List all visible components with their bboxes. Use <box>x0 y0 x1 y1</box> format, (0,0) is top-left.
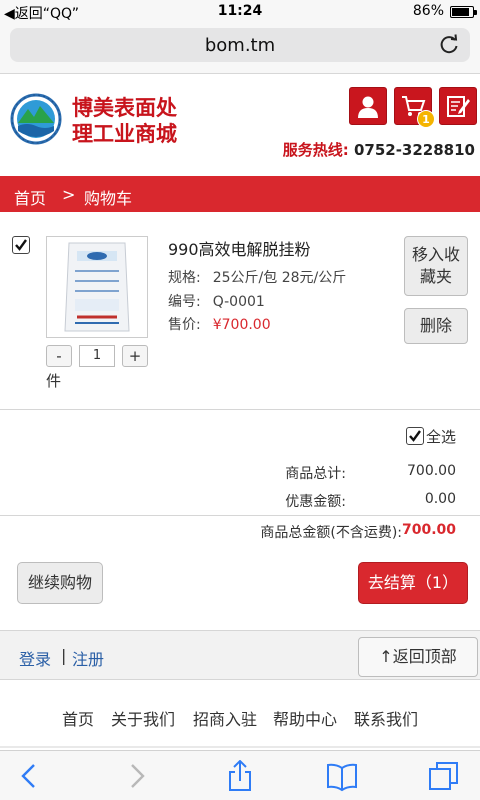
site-header: 博美表面处 理工业商城 1 服务热线: 0752-3228810 <box>0 75 480 175</box>
cart-item: - 1 + 件 990高效电解脱挂粉 规格: 25公斤/包 28元/公斤 编号: Q… <box>0 212 480 410</box>
discount-value: 0.00 <box>424 491 456 507</box>
footer-link-join[interactable]: 招商入驻 <box>193 706 257 730</box>
subtotal-value: 700.00 <box>407 463 456 479</box>
quantity-input[interactable]: 1 <box>79 345 115 367</box>
reload-icon[interactable] <box>438 34 460 56</box>
select-all-checkbox[interactable] <box>405 427 424 445</box>
address-bar[interactable]: bom.tm <box>10 28 470 62</box>
tabs-icon[interactable] <box>428 760 460 792</box>
back-arrow-icon[interactable] <box>14 760 46 792</box>
product-code: 编号: Q-0001 <box>168 294 265 310</box>
item-checkbox[interactable] <box>12 236 30 254</box>
browser-chrome: bom.tm <box>0 24 480 74</box>
grand-total-label: 商品总金额(不含运费): <box>260 525 402 541</box>
breadcrumb: 首页 > 购物车 <box>0 176 480 212</box>
clock: 11:24 <box>217 3 263 19</box>
forward-arrow-icon[interactable] <box>120 760 152 792</box>
footer-link-help[interactable]: 帮助中心 <box>273 706 337 730</box>
share-icon[interactable] <box>224 760 256 792</box>
discount-label: 优惠金额: <box>285 494 346 510</box>
back-to-top-button[interactable]: ↑返回顶部 <box>358 637 478 677</box>
cart-totals: 全选 商品总计: 700.00 优惠金额: 0.00 <box>0 410 480 516</box>
battery-icon <box>450 6 477 18</box>
checkmark-icon <box>15 239 27 251</box>
product-image[interactable] <box>46 236 148 338</box>
select-all-label: 全选 <box>425 428 456 446</box>
grand-total-value: 700.00 <box>401 522 456 538</box>
footer-divider <box>0 746 480 748</box>
continue-shopping-button[interactable]: 继续购物 <box>17 562 103 604</box>
url-text: bom.tm <box>204 35 276 56</box>
login-link[interactable]: 登录 <box>19 646 51 670</box>
delete-item-button[interactable]: 删除 <box>404 308 468 344</box>
footer-link-about[interactable]: 关于我们 <box>111 706 175 730</box>
checkout-button[interactable]: 去结算（1） <box>358 562 468 604</box>
bookmarks-icon[interactable] <box>326 760 358 792</box>
breadcrumb-separator: > <box>62 185 76 204</box>
battery-percent: 86% <box>412 3 444 19</box>
subtotal-label: 商品总计: <box>285 466 346 482</box>
cart-count-badge: 1 <box>417 110 435 128</box>
status-bar: ◀返回“QQ” 11:24 86% <box>0 0 480 24</box>
orders-button[interactable] <box>439 87 477 125</box>
product-price: 售价: ¥700.00 <box>168 317 271 333</box>
checkmark-icon <box>409 430 421 442</box>
grand-total-row: 商品总金额(不含运费): 700.00 <box>0 516 480 546</box>
move-to-favorites-button[interactable]: 移入收 藏夹 <box>404 236 468 296</box>
user-icon <box>358 96 378 118</box>
product-bag-icon <box>64 242 130 332</box>
edit-note-icon <box>447 96 470 117</box>
footer-link-contact[interactable]: 联系我们 <box>354 706 418 730</box>
cart-button[interactable]: 1 <box>394 87 435 128</box>
register-link[interactable]: 注册 <box>72 646 104 670</box>
footer-account-bar: 登录 | 注册 ↑返回顶部 <box>0 630 480 680</box>
product-name[interactable]: 990高效电解脱挂粉 <box>168 236 311 260</box>
service-hotline: 服务热线: 0752-3228810 <box>282 141 475 159</box>
breadcrumb-home[interactable]: 首页 <box>14 185 46 209</box>
product-spec: 规格: 25公斤/包 28元/公斤 <box>168 270 347 286</box>
account-button[interactable] <box>349 87 387 125</box>
brand-logo-icon[interactable] <box>10 93 62 145</box>
footer-link-home[interactable]: 首页 <box>62 706 94 730</box>
browser-toolbar <box>0 750 480 800</box>
quantity-decrease-button[interactable]: - <box>46 345 72 367</box>
quantity-unit: 件 <box>46 372 62 390</box>
footer-separator: | <box>61 646 67 665</box>
quantity-increase-button[interactable]: + <box>122 345 148 367</box>
select-all[interactable]: 全选 <box>405 426 456 447</box>
breadcrumb-current: 购物车 <box>84 189 133 208</box>
brand-name[interactable]: 博美表面处 理工业商城 <box>72 95 192 147</box>
